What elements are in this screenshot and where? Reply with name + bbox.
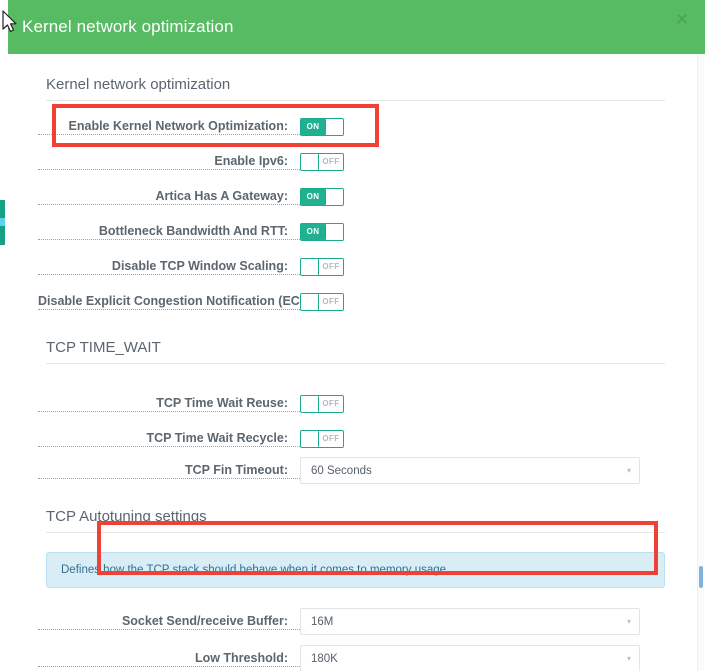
setting-control: OFF [300,293,344,311]
setting-row-tcp-time-wait-recycle: TCP Time Wait Recycle: OFF [38,425,685,452]
setting-row-low-threshold: Low Threshold: 180K ▾ [38,645,685,671]
setting-control: ON [300,223,344,241]
toggle-artica-has-a-gateway[interactable]: ON [300,188,344,206]
toggle-tcp-time-wait-reuse[interactable]: OFF [300,395,344,413]
setting-label: Artica Has A Gateway: [38,188,300,205]
setting-row-disable-explicit-congestion-notification: Disable Explicit Congestion Notification… [38,288,685,315]
autotuning-info-box: Defines how the TCP stack should behave … [46,552,665,588]
setting-control: 16M ▾ [300,608,640,635]
select-low-threshold[interactable]: 180K ▾ [300,645,640,671]
close-icon[interactable]: ✕ [669,6,695,32]
toggle-state-label: OFF [319,294,343,310]
section-header-tcp-autotuning: TCP Autotuning settings [46,484,665,533]
toggle-enable-ipv6[interactable]: OFF [300,153,344,171]
setting-label: Low Threshold: [38,650,300,667]
toggle-knob [325,119,343,135]
setting-control: OFF [300,395,344,413]
toggle-knob [301,396,319,412]
setting-label: TCP Time Wait Reuse: [38,395,300,412]
setting-control: OFF [300,153,344,171]
toggle-enable-kernel-network-optimization[interactable]: ON [300,118,344,136]
setting-row-disable-tcp-window-scaling: Disable TCP Window Scaling: OFF [38,253,685,280]
setting-row-enable-ipv6: Enable Ipv6: OFF [38,148,685,175]
select-tcp-fin-timeout[interactable]: 60 Seconds ▾ [300,457,640,484]
toggle-knob [325,224,343,240]
setting-row-bottleneck-bandwidth-and-rtt: Bottleneck Bandwidth And RTT: ON [38,218,685,245]
settings-form: Kernel network optimization Enable Kerne… [8,54,705,671]
toggle-knob [301,294,319,310]
vertical-scrollbar-thumb[interactable] [699,566,703,588]
select-value: 60 Seconds [311,465,372,477]
select-value: 180K [311,653,338,665]
setting-label: Enable Ipv6: [38,153,300,170]
setting-row-socket-send-receive-buffer: Socket Send/receive Buffer: 16M ▾ [38,608,685,635]
toggle-knob [301,431,319,447]
setting-row-enable-kernel-network-optimization: Enable Kernel Network Optimization: ON [38,113,685,140]
toggle-knob [325,189,343,205]
screen: Kernel network optimization ✕ Kernel net… [0,0,705,671]
toggle-state-label: OFF [319,396,343,412]
setting-label: Socket Send/receive Buffer: [38,613,300,630]
setting-label: Disable TCP Window Scaling: [38,258,300,275]
setting-control: OFF [300,258,344,276]
select-socket-send-receive-buffer[interactable]: 16M ▾ [300,608,640,635]
setting-label: TCP Time Wait Recycle: [38,430,300,447]
toggle-state-label: ON [301,119,325,135]
setting-label: Bottleneck Bandwidth And RTT: [38,223,300,240]
setting-row-artica-has-a-gateway: Artica Has A Gateway: ON [38,183,685,210]
section-header-kernel: Kernel network optimization [46,54,665,101]
chevron-down-icon: ▾ [627,655,631,663]
setting-control: ON [300,188,344,206]
setting-control: 60 Seconds ▾ [300,457,640,484]
toggle-state-label: OFF [319,431,343,447]
chevron-down-icon: ▾ [627,467,631,475]
setting-label: Enable Kernel Network Optimization: [38,118,300,135]
toggle-state-label: ON [301,224,325,240]
setting-row-tcp-fin-timeout: TCP Fin Timeout: 60 Seconds ▾ [38,457,685,484]
toggle-knob [301,154,319,170]
setting-row-tcp-time-wait-reuse: TCP Time Wait Reuse: OFF [38,390,685,417]
toggle-bottleneck-bandwidth-and-rtt[interactable]: ON [300,223,344,241]
setting-control: ON [300,118,344,136]
chevron-down-icon: ▾ [627,618,631,626]
setting-label: TCP Fin Timeout: [38,462,300,479]
kernel-network-optimization-modal: Kernel network optimization ✕ Kernel net… [8,0,705,671]
toggle-state-label: OFF [319,154,343,170]
toggle-tcp-time-wait-recycle[interactable]: OFF [300,430,344,448]
setting-label: Disable Explicit Congestion Notification… [38,293,300,310]
toggle-state-label: OFF [319,259,343,275]
toggle-knob [301,259,319,275]
toggle-state-label: ON [301,189,325,205]
setting-control: OFF [300,430,344,448]
modal-titlebar: Kernel network optimization ✕ [8,0,705,54]
setting-control: 180K ▾ [300,645,640,671]
toggle-disable-explicit-congestion-notification[interactable]: OFF [300,293,344,311]
toggle-disable-tcp-window-scaling[interactable]: OFF [300,258,344,276]
section-header-tcp-time-wait: TCP TIME_WAIT [46,315,665,364]
background-accent-bar-secondary [0,218,5,226]
select-value: 16M [311,616,333,628]
modal-body: Kernel network optimization Enable Kerne… [8,54,705,671]
modal-title: Kernel network optimization [22,17,234,37]
